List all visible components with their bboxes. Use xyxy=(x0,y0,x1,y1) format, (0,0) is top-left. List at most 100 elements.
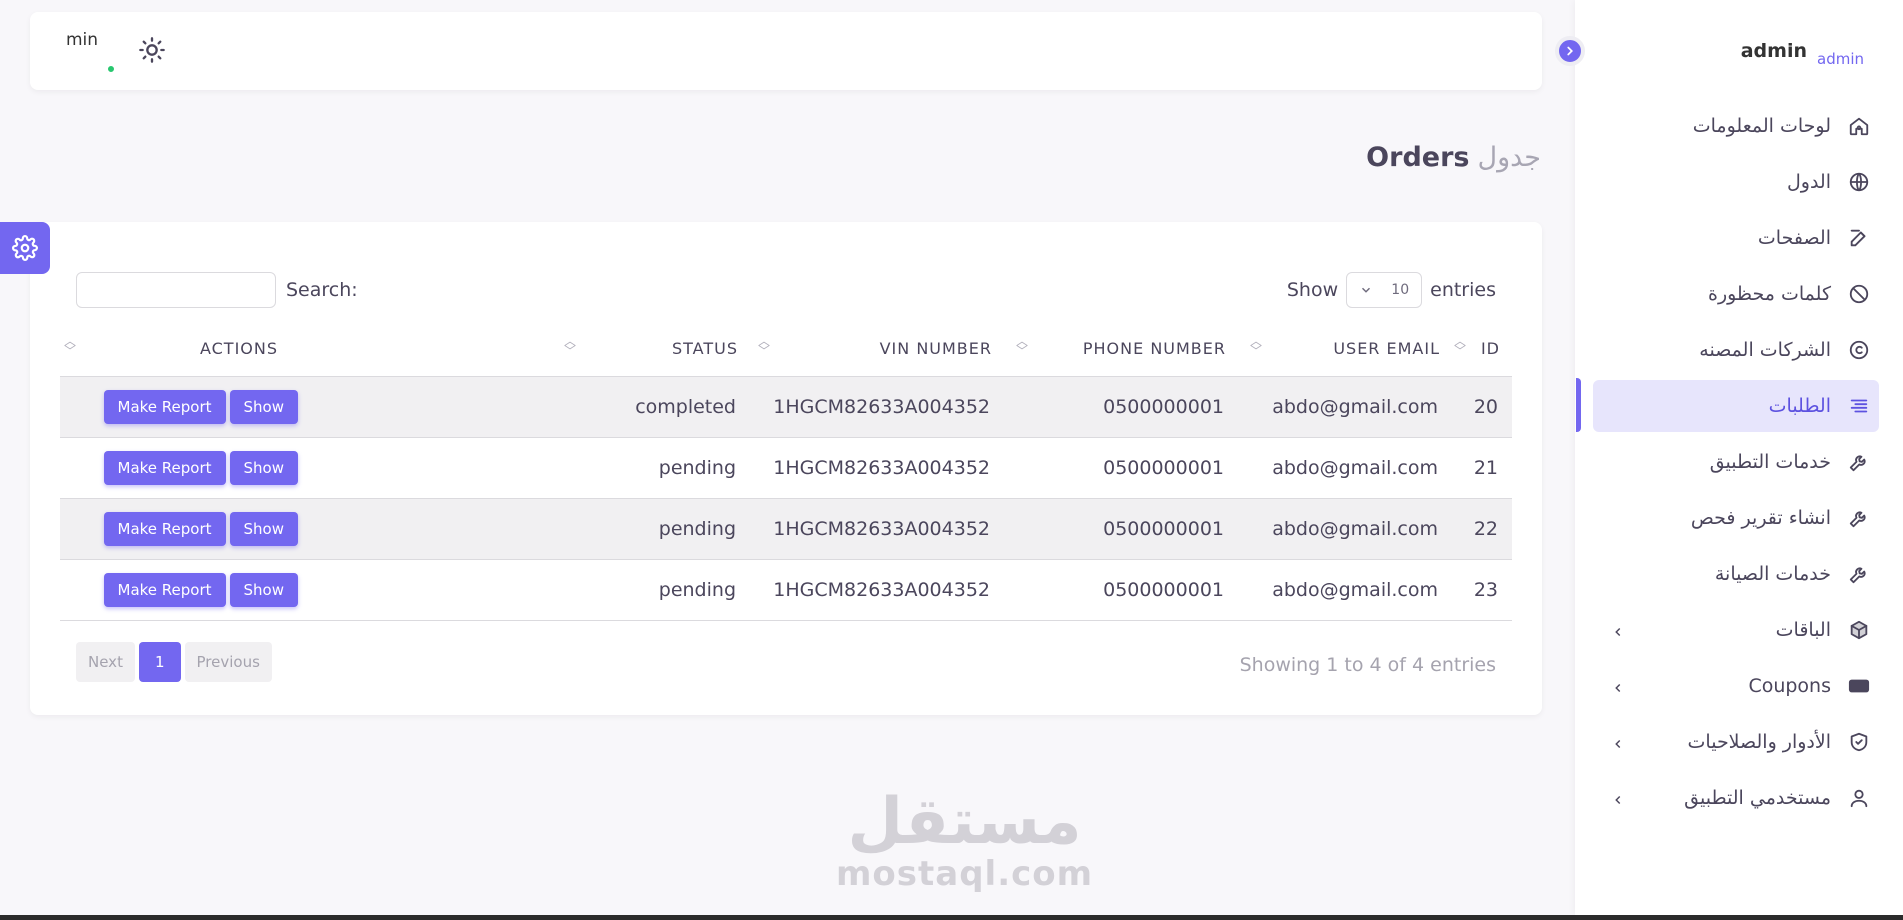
search-label: Search: xyxy=(286,279,358,301)
sidebar-item-10[interactable]: Coupons xyxy=(1593,660,1879,712)
cell-id: 22 xyxy=(1452,498,1512,560)
cell-user-email: abdo@gmail.com xyxy=(1238,498,1452,560)
cell-user-email: abdo@gmail.com xyxy=(1238,559,1452,621)
sidebar-item-label: الصفحات xyxy=(1757,227,1831,249)
sidebar-item-8[interactable]: خدمات الصيانة xyxy=(1593,548,1879,600)
sidebar-item-label: Coupons xyxy=(1748,675,1831,697)
page-size-value: 10 xyxy=(1391,282,1410,298)
previous-page-button[interactable]: Previous xyxy=(184,642,272,682)
chevron-down-icon xyxy=(1362,287,1371,293)
sidebar-item-3[interactable]: كلمات محظورة xyxy=(1593,268,1879,320)
column-header-id[interactable]: ID ︿ ﹀ xyxy=(1452,322,1512,377)
show-button[interactable]: Show xyxy=(229,511,298,546)
show-button[interactable]: Show xyxy=(229,450,298,485)
cell-id: 23 xyxy=(1452,559,1512,621)
sidebar-item-label: الدول xyxy=(1786,171,1831,193)
brand-logo: admin xyxy=(1817,50,1863,68)
sort-icon: ︿ ﹀ xyxy=(1016,334,1030,358)
table-row: 23 abdo@gmail.com 0500000001 1HGCM82633A004… xyxy=(60,559,1512,621)
sort-icon: ︿ ﹀ xyxy=(564,334,578,358)
column-header-phone-number[interactable]: PHONE NUMBER ︿ ﹀ xyxy=(1004,322,1238,377)
sidebar-item-11[interactable]: الأدوار والصلاحيات xyxy=(1593,716,1879,768)
sidebar-menu: لوحات المعلومات الدول الصفحات كلمات محظورة ا… xyxy=(1593,100,1879,828)
column-header-user-email[interactable]: USER EMAIL ︿ ﹀ xyxy=(1238,322,1452,377)
table-info: Showing 1 to 4 of 4 entries xyxy=(1239,654,1496,676)
watermark: مستقل mostaql.com xyxy=(836,790,1093,894)
sidebar-item-label: كلمات محظورة xyxy=(1707,283,1831,305)
gear-icon xyxy=(12,235,38,261)
wrench-icon xyxy=(1847,506,1871,530)
ban-icon xyxy=(1847,282,1871,306)
sidebar-collapse-button[interactable] xyxy=(1555,36,1585,66)
box-icon xyxy=(1847,618,1871,642)
copyright-icon xyxy=(1847,338,1871,362)
table-header-row: ID ︿ ﹀ USER EMAIL ︿ ﹀ PHONE NUMBER ︿ ﹀ VIN NUM… xyxy=(60,322,1512,377)
sidebar-item-6[interactable]: خدمات التطبيق xyxy=(1593,436,1879,488)
cell-actions: ShowMake Report xyxy=(60,559,560,621)
column-header-actions[interactable]: ACTIONS ︿ ﹀ xyxy=(60,322,560,377)
page-1-button[interactable]: 1 xyxy=(138,642,181,682)
sidebar-item-label: خدمات الصيانة xyxy=(1714,563,1831,585)
sidebar-item-label: لوحات المعلومات xyxy=(1692,115,1831,137)
sidebar-item-12[interactable]: مستخدمي التطبيق xyxy=(1593,772,1879,824)
cell-actions: ShowMake Report xyxy=(60,498,560,560)
brand[interactable]: admin admin xyxy=(1741,34,1863,68)
brand-name: admin xyxy=(1740,40,1807,62)
cell-phone-number: 0500000001 xyxy=(1004,437,1238,499)
make-report-button[interactable]: Make Report xyxy=(103,511,226,546)
list-icon xyxy=(1847,394,1871,418)
search-input[interactable] xyxy=(76,272,276,308)
cell-vin-number: 1HGCM82633A004352 xyxy=(750,376,1004,438)
make-report-button[interactable]: Make Report xyxy=(103,572,226,607)
sidebar-item-5[interactable]: الطلبات xyxy=(1593,380,1879,432)
table-row: 22 abdo@gmail.com 0500000001 1HGCM82633A004… xyxy=(60,498,1512,560)
sidebar-item-label: الطلبات xyxy=(1768,395,1831,417)
cell-id: 20 xyxy=(1452,376,1512,438)
show-button[interactable]: Show xyxy=(229,572,298,607)
page-length-control: Show 10 entries xyxy=(1287,272,1496,308)
chevron-left-icon xyxy=(1611,790,1625,812)
cell-vin-number: 1HGCM82633A004352 xyxy=(750,498,1004,560)
page-title-prefix: جدول xyxy=(1477,142,1541,173)
theme-toggle[interactable] xyxy=(138,36,166,68)
ticket-icon xyxy=(1847,674,1871,698)
next-page-button[interactable]: Next xyxy=(76,642,135,682)
sidebar-item-label: الباقات xyxy=(1775,619,1831,641)
show-button[interactable]: Show xyxy=(229,389,298,424)
sidebar-item-4[interactable]: الشركات المصنه xyxy=(1593,324,1879,376)
entries-label: entries xyxy=(1430,279,1496,301)
sidebar-item-2[interactable]: الصفحات xyxy=(1593,212,1879,264)
sidebar-item-label: انشاء تقرير فحص xyxy=(1690,507,1831,529)
sidebar-item-label: مستخدمي التطبيق xyxy=(1684,787,1831,809)
table-row: 21 abdo@gmail.com 0500000001 1HGCM82633A004… xyxy=(60,437,1512,499)
chevron-right-icon xyxy=(1567,46,1573,56)
cell-actions: ShowMake Report xyxy=(60,437,560,499)
sidebar-item-label: الأدوار والصلاحيات xyxy=(1687,731,1831,753)
cell-vin-number: 1HGCM82633A004352 xyxy=(750,437,1004,499)
cell-status: pending xyxy=(560,437,750,499)
sort-icon: ︿ ﹀ xyxy=(758,334,772,358)
sidebar-item-1[interactable]: الدول xyxy=(1593,156,1879,208)
avatar[interactable]: min xyxy=(66,30,122,74)
chevron-left-icon xyxy=(1611,622,1625,644)
wrench-icon xyxy=(1847,562,1871,586)
chevron-left-icon xyxy=(1611,678,1625,700)
sort-icon: ︿ ﹀ xyxy=(1250,334,1264,358)
page-size-select[interactable]: 10 xyxy=(1346,272,1423,308)
column-header-status[interactable]: STATUS ︿ ﹀ xyxy=(560,322,750,377)
sidebar-item-0[interactable]: لوحات المعلومات xyxy=(1593,100,1879,152)
sidebar-item-9[interactable]: الباقات xyxy=(1593,604,1879,656)
sidebar-item-label: خدمات التطبيق xyxy=(1709,451,1831,473)
show-label: Show xyxy=(1286,279,1339,301)
cell-id: 21 xyxy=(1452,437,1512,499)
customizer-toggle[interactable] xyxy=(0,222,50,274)
column-header-vin-number[interactable]: VIN NUMBER ︿ ﹀ xyxy=(750,322,1004,377)
sidebar-item-7[interactable]: انشاء تقرير فحص xyxy=(1593,492,1879,544)
make-report-button[interactable]: Make Report xyxy=(103,389,226,424)
watermark-latin: mostaql.com xyxy=(836,854,1094,894)
make-report-button[interactable]: Make Report xyxy=(103,450,226,485)
sidebar-item-label: الشركات المصنه xyxy=(1699,339,1831,361)
cell-status: pending xyxy=(560,498,750,560)
avatar-alt-text: min xyxy=(66,30,99,50)
home-icon xyxy=(1847,114,1871,138)
